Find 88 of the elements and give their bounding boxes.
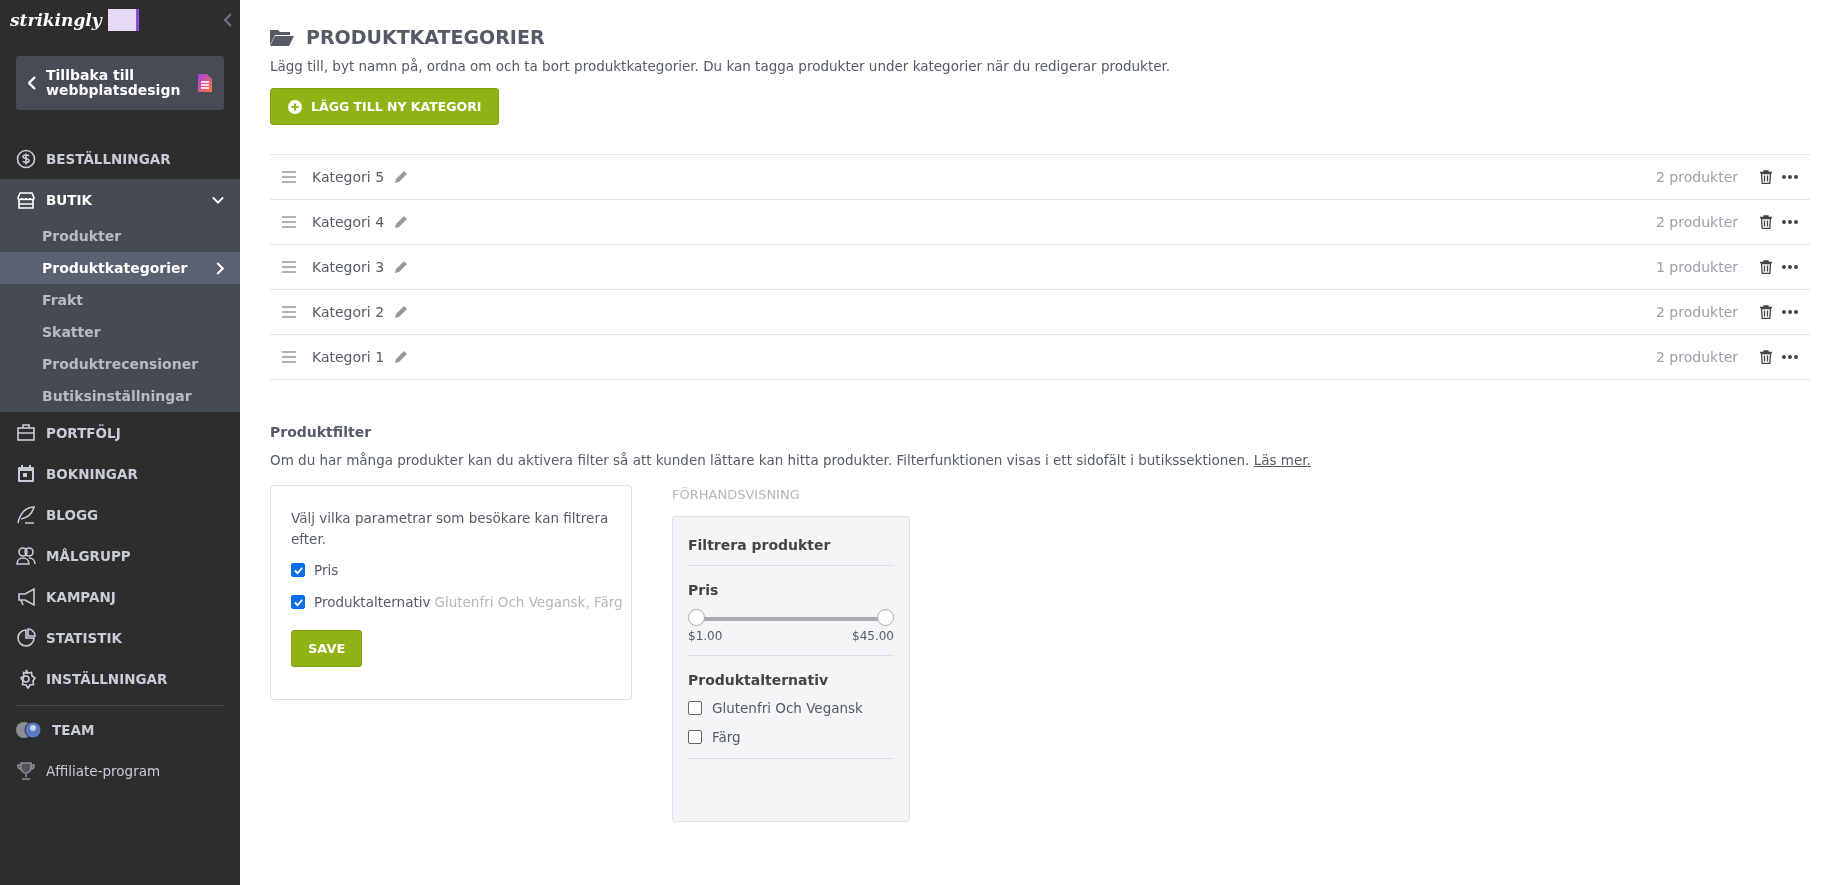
nav-item[interactable]: BLOGG <box>0 494 240 535</box>
product-count: 2 produkter <box>1656 349 1738 365</box>
drag-handle-icon[interactable] <box>282 351 296 363</box>
category-name: Kategori 5 <box>312 169 385 185</box>
folder-icon <box>270 28 294 46</box>
nav-item[interactable]: KAMPANJ <box>0 576 240 617</box>
more-icon[interactable] <box>1782 175 1798 179</box>
category-name: Kategori 2 <box>312 304 385 320</box>
section-title: Produktfilter <box>270 424 373 440</box>
document-icon <box>198 74 212 92</box>
calendar-icon <box>16 463 36 484</box>
product-count: 2 produkter <box>1656 304 1738 320</box>
nav-item[interactable]: MÅLGRUPP <box>0 535 240 576</box>
nav-item[interactable]: Affiliate-program <box>0 750 240 791</box>
pie-chart-icon <box>16 627 36 648</box>
pencil-icon[interactable] <box>394 260 409 274</box>
more-icon[interactable] <box>1782 220 1798 224</box>
option-label: Glutenfri Och Vegansk <box>712 700 863 716</box>
briefcase-icon <box>16 422 36 443</box>
checkbox[interactable] <box>291 595 305 609</box>
read-more-link[interactable]: Läs mer. <box>1253 452 1311 468</box>
dollar-icon <box>16 148 36 169</box>
min-price: $1.00 <box>688 629 723 643</box>
submenu-item[interactable]: Frakt <box>0 284 240 316</box>
product-count: 1 produkter <box>1656 259 1738 275</box>
collapse-icon[interactable] <box>224 13 232 27</box>
avatars-icon <box>16 719 42 740</box>
category-name: Kategori 3 <box>312 259 385 275</box>
nav-item[interactable]: TEAM <box>0 709 240 750</box>
chevron-right-icon <box>216 261 224 275</box>
nav-item[interactable]: INSTÄLLNINGAR <box>0 658 240 699</box>
people-icon <box>16 545 36 566</box>
submenu-item[interactable]: Skatter <box>0 316 240 348</box>
pencil-icon[interactable] <box>394 350 409 364</box>
nav-item[interactable]: BUTIK <box>0 179 240 220</box>
price-heading: Pris <box>688 582 720 598</box>
submenu-item[interactable]: Produkter <box>0 220 240 252</box>
max-price: $45.00 <box>852 629 894 643</box>
megaphone-icon <box>16 586 36 607</box>
trash-icon[interactable] <box>1760 215 1772 229</box>
preview-title: Filtrera produkter <box>688 537 832 553</box>
product-count: 2 produkter <box>1656 214 1738 230</box>
chevron-left-icon <box>28 76 36 90</box>
nav-item[interactable]: PORTFÖLJ <box>0 412 240 453</box>
filter-prompt: Välj vilka parametrar som besökare kan filtrera efter. <box>291 509 610 549</box>
nav-item[interactable]: BOKNINGAR <box>0 453 240 494</box>
option-label: Färg <box>712 729 741 745</box>
submenu-item[interactable]: Produktrecensioner <box>0 348 240 380</box>
chevron-down-icon <box>212 195 224 204</box>
options-heading: Produktalternativ <box>688 672 830 688</box>
logo[interactable]: strikingly <box>10 10 102 30</box>
more-icon[interactable] <box>1782 355 1798 359</box>
more-icon[interactable] <box>1782 310 1798 314</box>
more-icon[interactable] <box>1782 265 1798 269</box>
trophy-icon <box>16 760 36 781</box>
price-slider[interactable] <box>688 610 894 627</box>
preview-label: FÖRHANDSVISNING <box>672 487 801 502</box>
back-button[interactable]: Tillbaka till webbplatsdesign <box>16 56 224 110</box>
pencil-icon[interactable] <box>394 170 409 184</box>
plus-circle-icon <box>288 99 302 114</box>
submenu-item[interactable]: Butiksinställningar <box>0 380 240 412</box>
option-label: Produktalternativ Glutenfri Och Vegansk, Färg <box>314 594 623 610</box>
pencil-icon[interactable] <box>394 305 409 319</box>
feather-icon <box>16 504 36 525</box>
trash-icon[interactable] <box>1760 350 1772 364</box>
category-name: Kategori 4 <box>312 214 385 230</box>
page-title: PRODUKTKATEGORIER <box>306 26 545 48</box>
trash-icon[interactable] <box>1760 260 1772 274</box>
category-name: Kategori 1 <box>312 349 385 365</box>
drag-handle-icon[interactable] <box>282 171 296 183</box>
checkbox[interactable] <box>688 701 702 715</box>
page-description: Lägg till, byt namn på, ordna om och ta bort produktkategorier. Du kan tagga produkter under kategorier när du redigerar produkter. <box>270 58 1172 74</box>
filter-description: Om du har många produkter kan du aktivera filter så att kunden lättare kan hitta produkter. Filterfunktionen visas i ett sidofält i butikssektionen. <box>270 452 1250 468</box>
store-icon <box>16 189 36 210</box>
trash-icon[interactable] <box>1760 305 1772 319</box>
checkbox[interactable] <box>291 563 305 577</box>
trash-icon[interactable] <box>1760 170 1772 184</box>
site-thumbnail-icon <box>107 9 139 31</box>
submenu-item[interactable]: Produktkategorier <box>0 252 240 284</box>
drag-handle-icon[interactable] <box>282 261 296 273</box>
pencil-icon[interactable] <box>394 215 409 229</box>
drag-handle-icon[interactable] <box>282 216 296 228</box>
nav-item[interactable]: BESTÄLLNINGAR <box>0 138 240 179</box>
checkbox[interactable] <box>688 730 702 744</box>
nav-item[interactable]: STATISTIK <box>0 617 240 658</box>
option-label: Pris <box>314 562 339 578</box>
drag-handle-icon[interactable] <box>282 306 296 318</box>
product-count: 2 produkter <box>1656 169 1738 185</box>
